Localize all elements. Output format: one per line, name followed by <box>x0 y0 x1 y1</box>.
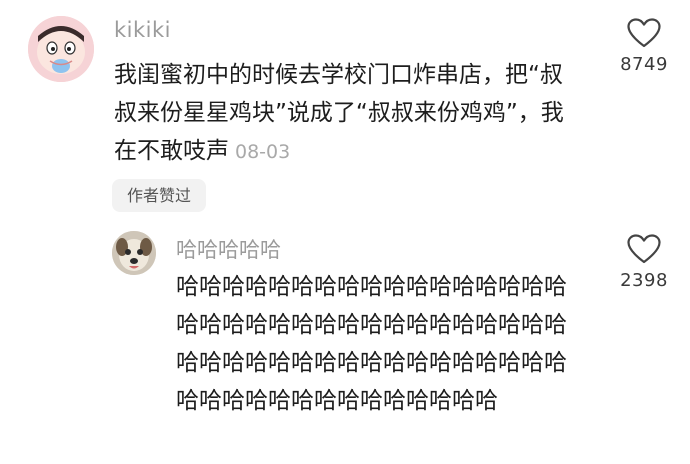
reply-username[interactable]: 哈哈哈哈哈 <box>176 234 281 264</box>
reply-like-button[interactable]: 2398 <box>612 234 676 291</box>
comment-username[interactable]: kikiki <box>114 18 171 42</box>
avatar[interactable] <box>28 16 94 82</box>
cartoon-avatar-icon <box>28 16 94 82</box>
heart-outline-icon[interactable] <box>627 18 661 48</box>
comment-like-count: 8749 <box>620 54 668 75</box>
comment-body: 我闺蜜初中的时候去学校门口炸串店，把“叔叔来份星星鸡块”说成了“叔叔来份鸡鸡”，… <box>114 62 564 164</box>
author-liked-badge: 作者赞过 <box>112 179 206 212</box>
comment-date: 08-03 <box>235 141 291 163</box>
reply-text: 哈哈哈哈哈哈哈哈哈哈哈哈哈哈哈哈哈哈哈哈哈哈哈哈哈哈哈哈哈哈哈哈哈哈哈哈哈哈哈哈… <box>176 274 567 414</box>
dog-avatar-icon <box>112 231 156 275</box>
reply-avatar[interactable] <box>112 231 156 275</box>
comment-like-button[interactable]: 8749 <box>612 18 676 75</box>
heart-outline-icon[interactable] <box>627 234 661 264</box>
reply-like-count: 2398 <box>620 270 668 291</box>
comment-text: 我闺蜜初中的时候去学校门口炸串店，把“叔叔来份星星鸡块”说成了“叔叔来份鸡鸡”，… <box>114 56 579 171</box>
